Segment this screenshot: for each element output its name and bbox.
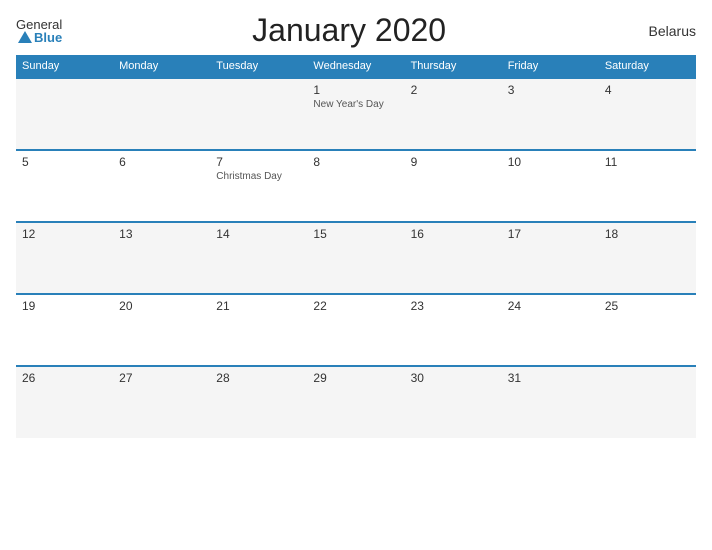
- day-number: 17: [508, 227, 593, 241]
- col-thursday: Thursday: [405, 55, 502, 78]
- calendar-cell: 3: [502, 78, 599, 150]
- day-number: 25: [605, 299, 690, 313]
- day-number: 2: [411, 83, 496, 97]
- calendar-cell: 11: [599, 150, 696, 222]
- day-number: 29: [313, 371, 398, 385]
- day-number: 16: [411, 227, 496, 241]
- calendar-cell: 23: [405, 294, 502, 366]
- logo: General Blue: [16, 18, 62, 44]
- calendar-cell: 26: [16, 366, 113, 438]
- calendar-cell: 18: [599, 222, 696, 294]
- calendar-cell: 2: [405, 78, 502, 150]
- calendar-cell: 31: [502, 366, 599, 438]
- col-saturday: Saturday: [599, 55, 696, 78]
- col-sunday: Sunday: [16, 55, 113, 78]
- day-number: 9: [411, 155, 496, 169]
- calendar-cell: 16: [405, 222, 502, 294]
- day-number: 4: [605, 83, 690, 97]
- calendar-cell: 7 Christmas Day: [210, 150, 307, 222]
- page-header: General Blue January 2020 Belarus: [16, 12, 696, 49]
- day-number: 28: [216, 371, 301, 385]
- calendar-cell: 29: [307, 366, 404, 438]
- calendar-week-2: 567 Christmas Day 89 10 11: [16, 150, 696, 222]
- calendar-cell: [599, 366, 696, 438]
- day-number: 30: [411, 371, 496, 385]
- calendar-cell: 10: [502, 150, 599, 222]
- day-number: 13: [119, 227, 204, 241]
- calendar-cell: 9: [405, 150, 502, 222]
- col-tuesday: Tuesday: [210, 55, 307, 78]
- calendar-cell: 14: [210, 222, 307, 294]
- day-number: 14: [216, 227, 301, 241]
- col-monday: Monday: [113, 55, 210, 78]
- day-number: 18: [605, 227, 690, 241]
- calendar-cell: 6: [113, 150, 210, 222]
- calendar-grid: Sunday Monday Tuesday Wednesday Thursday…: [16, 55, 696, 438]
- logo-blue-row: Blue: [16, 31, 62, 44]
- day-number: 8: [313, 155, 398, 169]
- event-label: New Year's Day: [313, 99, 398, 110]
- day-number: 19: [22, 299, 107, 313]
- day-number: 10: [508, 155, 593, 169]
- day-number: 15: [313, 227, 398, 241]
- event-label: Christmas Day: [216, 171, 301, 182]
- day-number: 20: [119, 299, 204, 313]
- logo-triangle-icon: [18, 31, 32, 43]
- calendar-cell: 19: [16, 294, 113, 366]
- calendar-cell: 15: [307, 222, 404, 294]
- day-number: 23: [411, 299, 496, 313]
- calendar-cell: 24: [502, 294, 599, 366]
- calendar-week-5: 26 27 28 29 30 31: [16, 366, 696, 438]
- calendar-cell: 13: [113, 222, 210, 294]
- calendar-cell: 17: [502, 222, 599, 294]
- calendar-week-3: 12 13 14 15 16 17 18: [16, 222, 696, 294]
- day-number: 11: [605, 155, 690, 169]
- calendar-cell: 1 New Year's Day: [307, 78, 404, 150]
- day-number: 31: [508, 371, 593, 385]
- calendar-cell: 27: [113, 366, 210, 438]
- calendar-cell: 20: [113, 294, 210, 366]
- col-wednesday: Wednesday: [307, 55, 404, 78]
- calendar-cell: [16, 78, 113, 150]
- day-number: 5: [22, 155, 107, 169]
- day-number: 26: [22, 371, 107, 385]
- day-number: 27: [119, 371, 204, 385]
- day-number: 12: [22, 227, 107, 241]
- col-friday: Friday: [502, 55, 599, 78]
- page-title: January 2020: [62, 12, 636, 49]
- calendar-cell: [113, 78, 210, 150]
- logo-general-text: General: [16, 18, 62, 31]
- calendar-cell: 12: [16, 222, 113, 294]
- day-number: 1: [313, 83, 398, 97]
- calendar-cell: 28: [210, 366, 307, 438]
- calendar-cell: 4: [599, 78, 696, 150]
- country-label: Belarus: [636, 23, 696, 39]
- day-number: 24: [508, 299, 593, 313]
- calendar-cell: 25: [599, 294, 696, 366]
- calendar-week-1: 1 New Year's Day 234: [16, 78, 696, 150]
- day-number: 21: [216, 299, 301, 313]
- weekday-header-row: Sunday Monday Tuesday Wednesday Thursday…: [16, 55, 696, 78]
- calendar-page: General Blue January 2020 Belarus Sunday…: [0, 0, 712, 550]
- day-number: 6: [119, 155, 204, 169]
- day-number: 7: [216, 155, 301, 169]
- day-number: 22: [313, 299, 398, 313]
- calendar-cell: 8: [307, 150, 404, 222]
- calendar-cell: 30: [405, 366, 502, 438]
- logo-blue-text: Blue: [34, 31, 62, 44]
- calendar-cell: [210, 78, 307, 150]
- day-number: 3: [508, 83, 593, 97]
- calendar-week-4: 19 20 21 22 23 24 25: [16, 294, 696, 366]
- calendar-cell: 21: [210, 294, 307, 366]
- calendar-cell: 5: [16, 150, 113, 222]
- calendar-cell: 22: [307, 294, 404, 366]
